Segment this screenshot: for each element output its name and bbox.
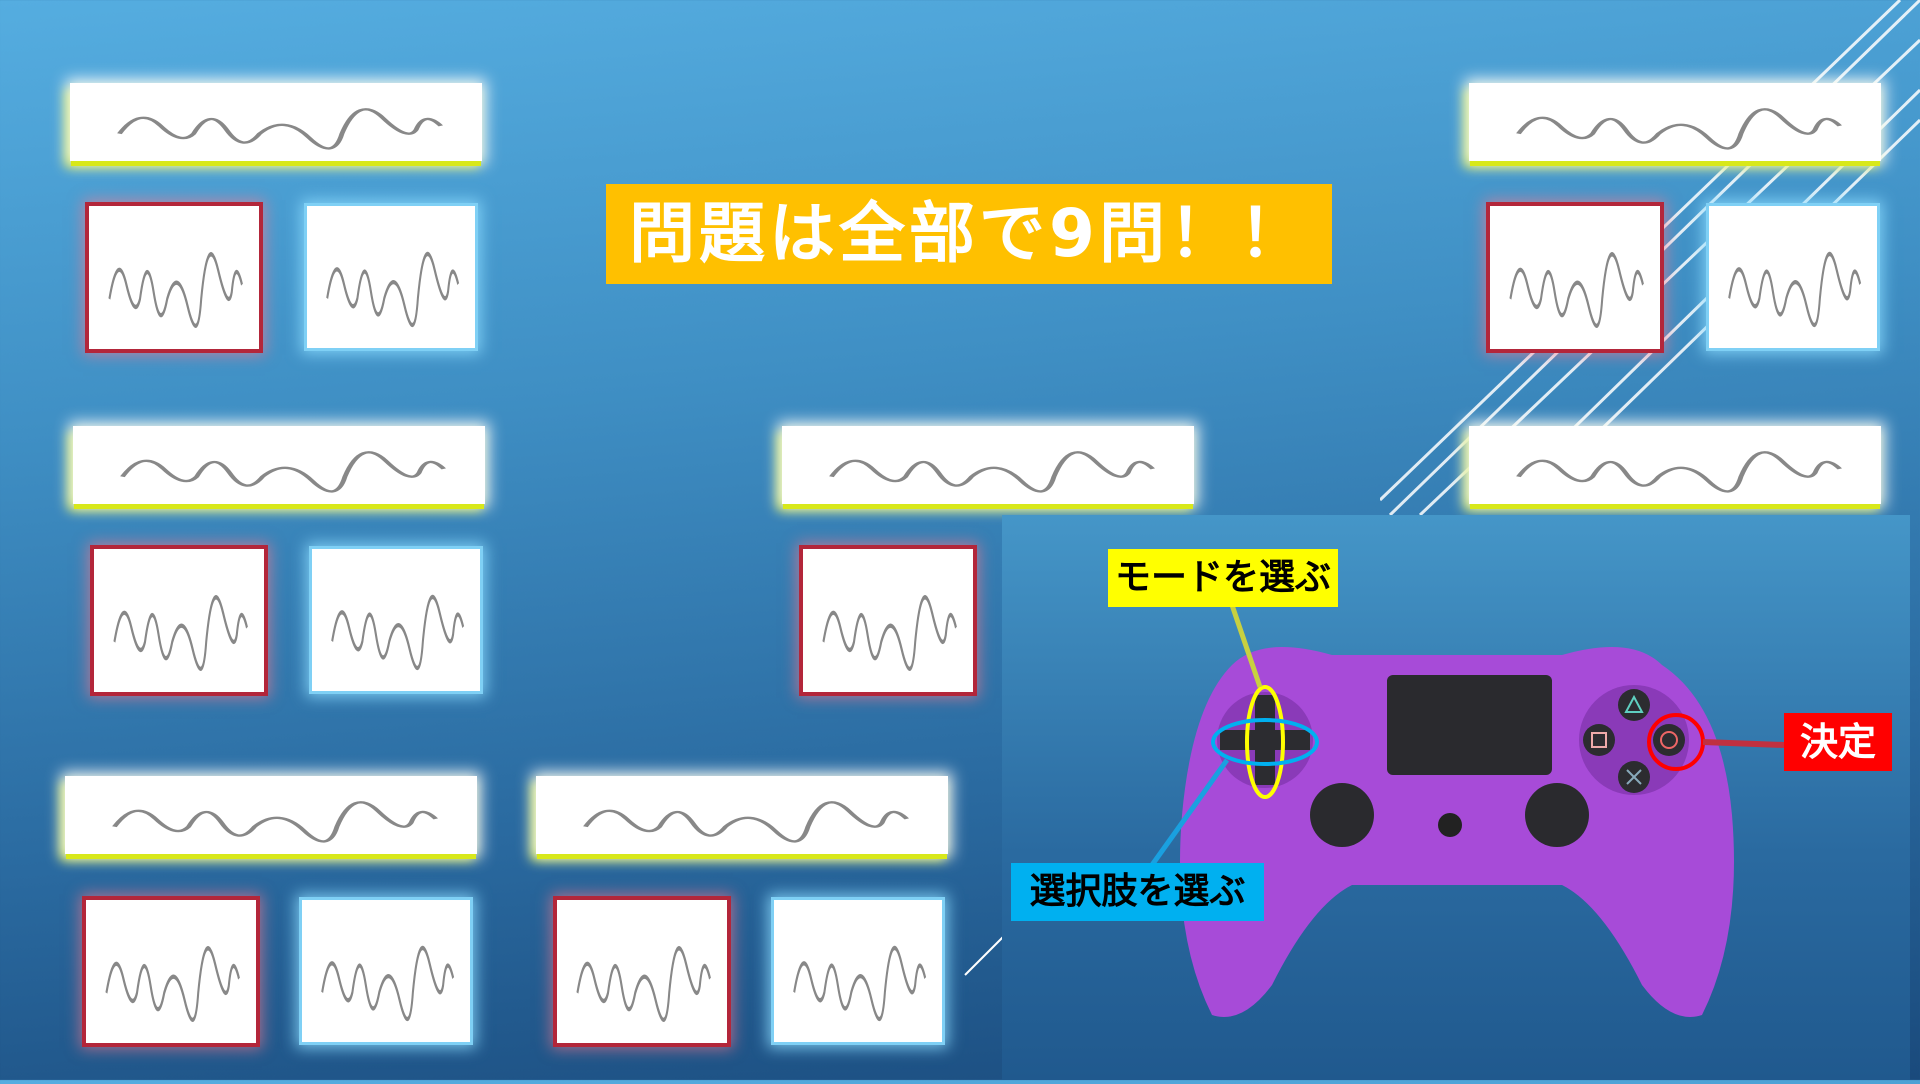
choice-card-red	[86, 900, 256, 1043]
right-stick	[1525, 783, 1589, 847]
question-banner	[65, 776, 477, 854]
question-banner	[70, 83, 482, 161]
question-banner	[73, 426, 485, 504]
choice-card-blue	[302, 900, 470, 1042]
choice-card-red	[1490, 206, 1660, 349]
choice-card-red	[94, 549, 264, 692]
choice-card-blue	[312, 549, 480, 691]
circle-button	[1653, 724, 1685, 756]
question-banner	[1469, 83, 1881, 161]
choice-card-blue	[774, 900, 942, 1042]
left-stick	[1310, 783, 1374, 847]
choice-card-red	[803, 549, 973, 692]
confirm-label: 決定	[1784, 713, 1892, 771]
choice-card-blue	[1709, 206, 1877, 348]
choice-card-red	[557, 900, 727, 1043]
question-banner	[782, 426, 1194, 504]
choice-card-blue	[307, 206, 475, 348]
touchpad	[1387, 675, 1552, 775]
mode-select-label: モードを選ぶ	[1108, 549, 1338, 607]
choice-select-label: 選択肢を選ぶ	[1011, 863, 1264, 921]
page-title: 問題は全部で9問！！	[606, 184, 1332, 284]
question-banner	[536, 776, 948, 854]
triangle-button	[1618, 689, 1650, 721]
choice-card-red	[89, 206, 259, 349]
square-button	[1583, 724, 1615, 756]
ps-button	[1438, 813, 1462, 837]
question-banner	[1469, 426, 1881, 504]
